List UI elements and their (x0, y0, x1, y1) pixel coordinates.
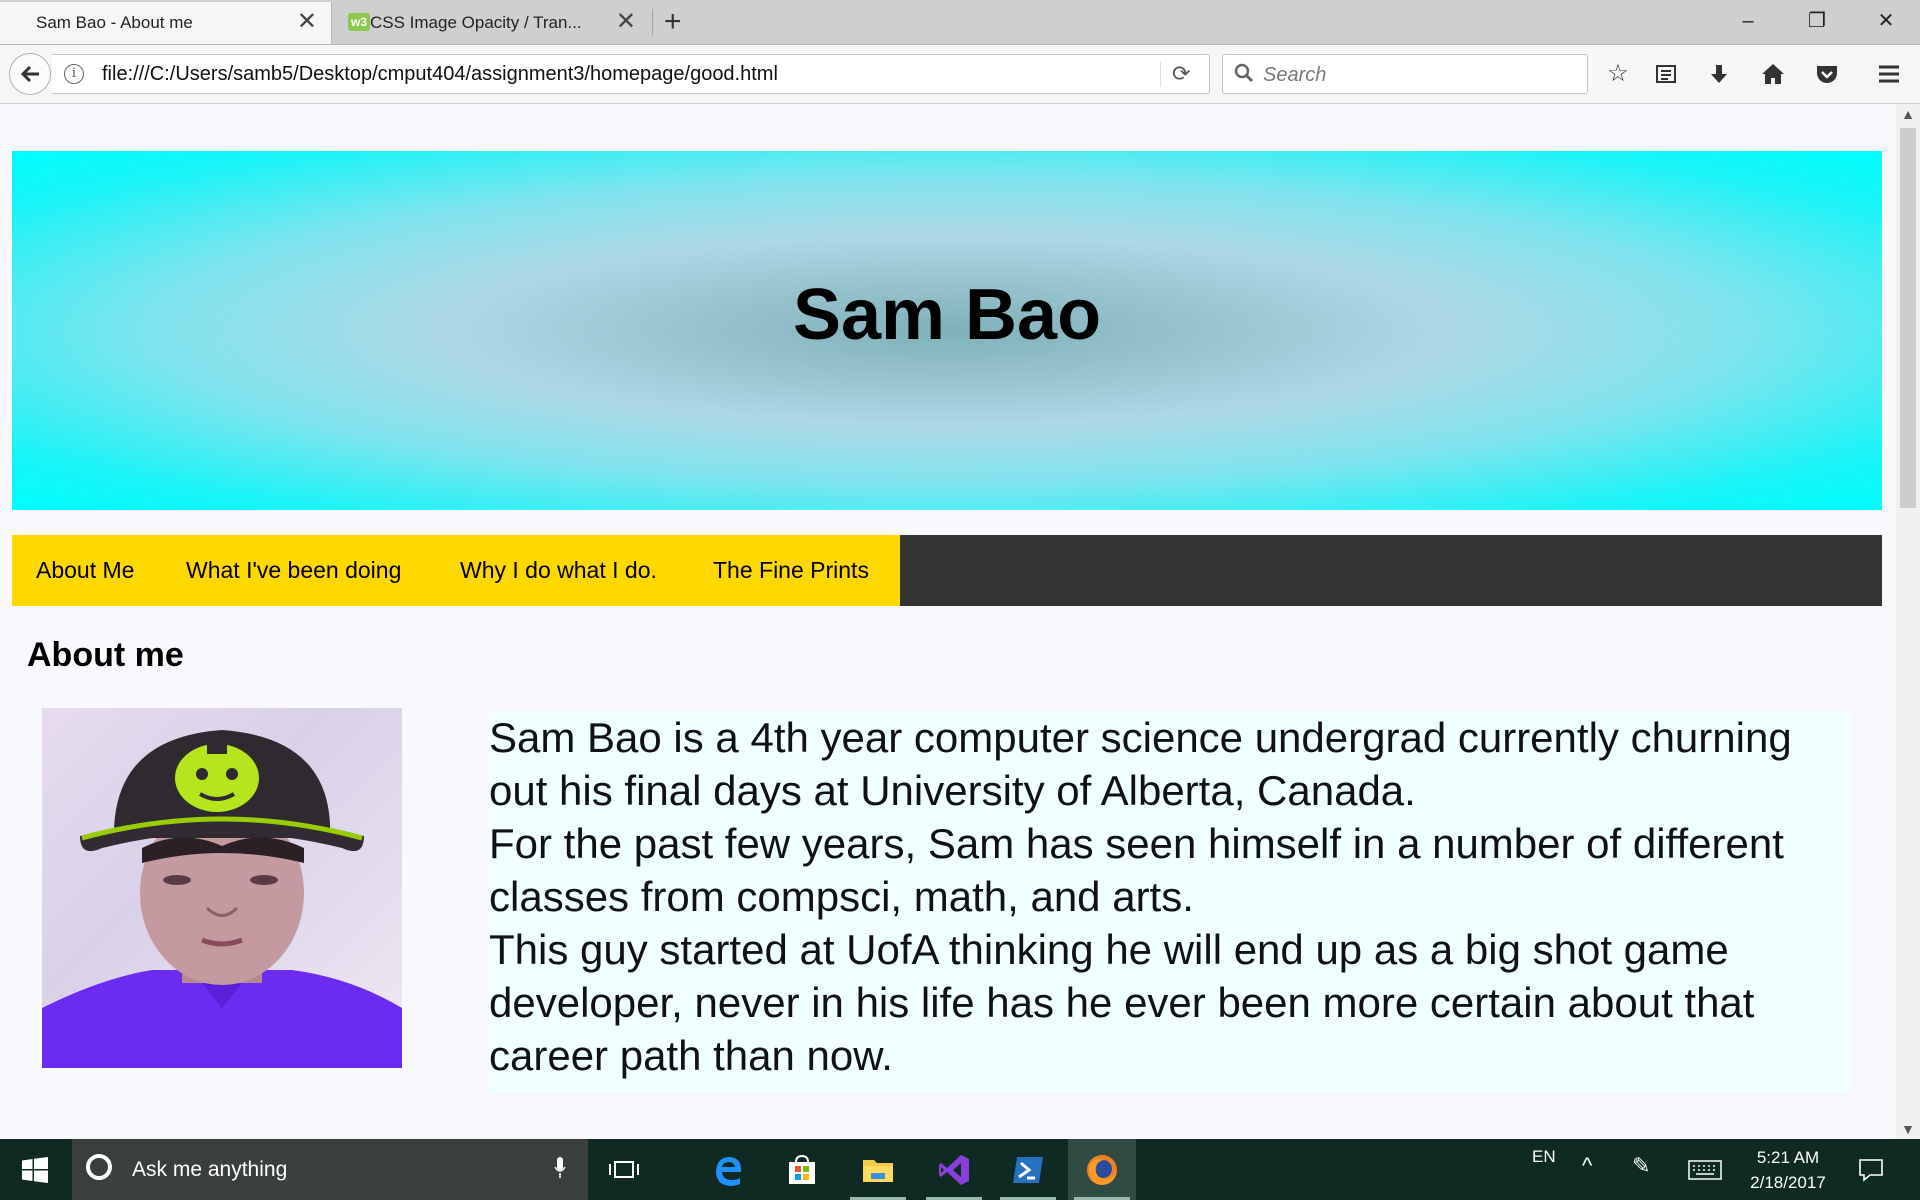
portrait-illustration (42, 730, 402, 1068)
vertical-scrollbar[interactable]: ▲ ▼ (1896, 104, 1920, 1139)
bio-text: Sam Bao is a 4th year computer science u… (489, 711, 1851, 1092)
edge-icon[interactable] (694, 1139, 762, 1200)
close-tab-icon[interactable]: ✕ (297, 10, 317, 34)
taskbar: Ask me anything EN ^ ✎ 5:21 AM 2/18/2017 (0, 1139, 1920, 1200)
bio-paragraph: For the past few years, Sam has seen him… (489, 820, 1784, 920)
cortana-search-text: Ask me anything (132, 1158, 288, 1181)
tab-strip: Sam Bao - About me ✕ w3 CSS Image Opacit… (0, 0, 1920, 45)
firefox-icon[interactable] (1068, 1139, 1136, 1200)
menu-icon[interactable] (1872, 57, 1906, 91)
bio-paragraph: This guy started at UofA thinking he wil… (489, 926, 1755, 1079)
star-icon[interactable]: ☆ (1601, 57, 1635, 91)
w3schools-favicon-icon: w3 (348, 13, 370, 31)
microphone-icon[interactable] (554, 1157, 566, 1179)
pocket-icon[interactable] (1810, 57, 1844, 91)
close-window-button[interactable]: ✕ (1858, 4, 1914, 38)
pen-icon[interactable]: ✎ (1632, 1153, 1650, 1179)
cortana-search[interactable]: Ask me anything (72, 1139, 588, 1200)
menu-item-why-i-do-what-i-do[interactable]: Why I do what I do. (460, 535, 657, 606)
tab-title: Sam Bao - About me (36, 13, 193, 32)
tab-title: CSS Image Opacity / Tran... (370, 13, 582, 32)
tab-css-opacity[interactable]: w3 CSS Image Opacity / Tran... ✕ (334, 2, 650, 44)
navigation-toolbar: i file:///C:/Users/samb5/Desktop/cmput40… (0, 45, 1920, 104)
task-view-icon[interactable] (590, 1139, 658, 1200)
language-indicator[interactable]: EN (1532, 1147, 1556, 1167)
tab-divider (652, 9, 653, 35)
menu-item-what-ive-been-doing[interactable]: What I've been doing (186, 535, 401, 606)
restore-button[interactable]: ❐ (1789, 4, 1845, 38)
info-icon[interactable]: i (64, 64, 84, 84)
profile-photo (42, 708, 402, 1068)
site-menu: About Me What I've been doing Why I do w… (12, 535, 1882, 606)
section-title: About me (27, 636, 184, 674)
clock-date: 2/18/2017 (1750, 1173, 1826, 1192)
scroll-down-icon[interactable]: ▼ (1896, 1121, 1920, 1137)
back-arrow-icon (20, 65, 39, 83)
hero-banner: Sam Bao (12, 151, 1882, 510)
address-bar[interactable]: i file:///C:/Users/samb5/Desktop/cmput40… (52, 54, 1210, 94)
address-text[interactable]: file:///C:/Users/samb5/Desktop/cmput404/… (102, 55, 778, 93)
minimize-button[interactable]: – (1720, 4, 1776, 38)
cortana-icon (86, 1154, 112, 1180)
search-icon (1234, 63, 1254, 83)
reading-list-icon[interactable] (1649, 57, 1683, 91)
download-icon[interactable] (1702, 57, 1736, 91)
search-box[interactable] (1222, 54, 1588, 94)
scrollbar-thumb[interactable] (1900, 128, 1916, 508)
home-icon[interactable] (1756, 57, 1790, 91)
visual-studio-icon[interactable] (920, 1139, 988, 1200)
file-explorer-icon[interactable] (844, 1139, 912, 1200)
page-viewport: Sam Bao About Me What I've been doing Wh… (0, 104, 1896, 1139)
menu-item-the-fine-prints[interactable]: The Fine Prints (713, 535, 869, 606)
start-button[interactable] (0, 1139, 70, 1200)
menu-item-about-me[interactable]: About Me (36, 535, 134, 606)
hero-title: Sam Bao (792, 275, 1102, 355)
divider (1160, 61, 1161, 87)
powershell-icon[interactable] (994, 1139, 1062, 1200)
windows-logo-icon (22, 1157, 48, 1183)
store-icon[interactable] (768, 1139, 836, 1200)
reload-icon[interactable]: ⟳ (1172, 58, 1190, 90)
keyboard-icon[interactable] (1688, 1160, 1722, 1180)
tab-about-me[interactable]: Sam Bao - About me ✕ (0, 2, 332, 44)
action-center-icon[interactable] (1858, 1158, 1884, 1182)
search-input[interactable] (1261, 57, 1583, 93)
close-tab-icon[interactable]: ✕ (616, 10, 636, 34)
bio-paragraph: Sam Bao is a 4th year computer science u… (489, 714, 1792, 814)
scroll-up-icon[interactable]: ▲ (1896, 106, 1920, 122)
chevron-up-icon[interactable]: ^ (1582, 1153, 1592, 1179)
clock-time: 5:21 AM (1756, 1148, 1820, 1167)
system-clock[interactable]: 5:21 AM 2/18/2017 (1728, 1145, 1848, 1195)
new-tab-button[interactable]: + (664, 6, 682, 38)
back-button[interactable] (9, 53, 51, 95)
